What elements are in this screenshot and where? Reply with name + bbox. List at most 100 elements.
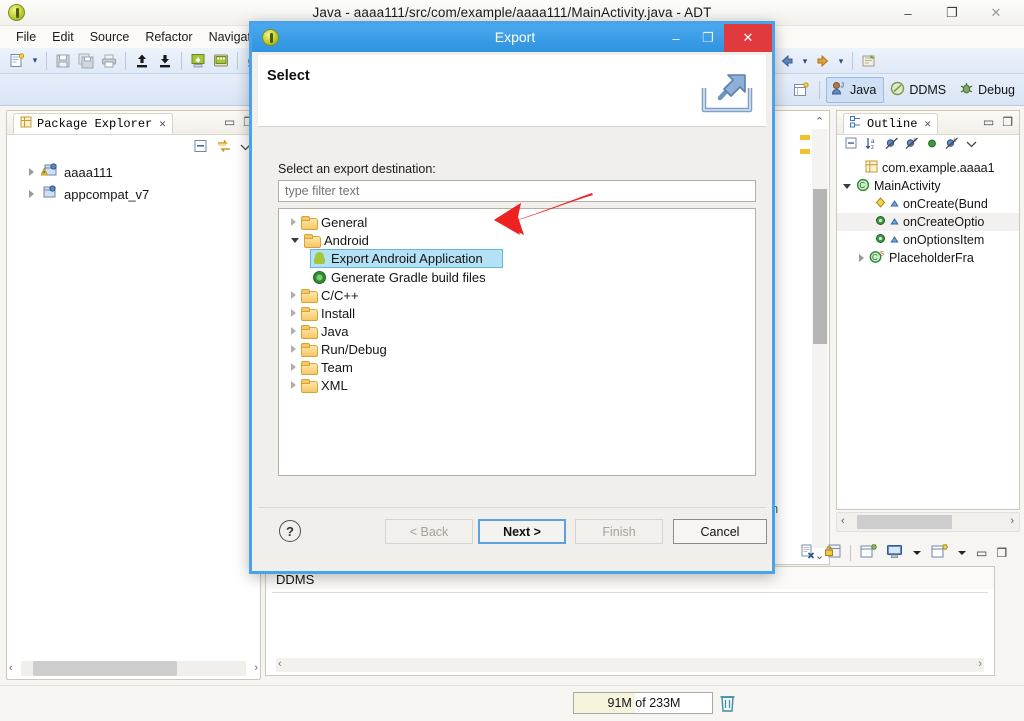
tree-item-general[interactable]: General [279,213,755,231]
hide-local-types-icon[interactable]: L [945,137,959,153]
chevron-right-icon[interactable] [291,327,296,335]
chevron-right-icon[interactable] [291,218,296,226]
filter-input[interactable] [278,180,756,202]
chevron-right-icon[interactable] [291,363,296,371]
package-explorer-hscrollbar[interactable]: ‹ › [9,661,258,676]
chevron-right-icon[interactable] [29,190,34,198]
ddms-hscrollbar[interactable]: ‹ › [276,658,984,672]
lock-icon[interactable] [825,544,841,562]
scrollbar-thumb[interactable] [813,189,827,344]
maximize-icon[interactable]: ❐ [1002,115,1013,129]
tree-item-run-debug[interactable]: Run/Debug [279,340,755,358]
menu-edit[interactable]: Edit [44,28,82,46]
minimize-icon[interactable]: ▭ [976,546,987,560]
tab-outline[interactable]: Outline ✕ [843,113,939,134]
outline-item-method[interactable]: onCreate(Bund [837,195,1019,213]
chevron-down-icon[interactable] [291,237,299,243]
forward-icon[interactable] [812,50,834,72]
perspective-tab-debug[interactable]: Debug [955,78,1022,102]
chevron-down-icon[interactable] [843,183,851,189]
chevron-right-icon[interactable] [291,309,296,317]
hide-static-icon[interactable]: s [905,137,919,153]
maximize-icon[interactable]: ❐ [996,546,1007,560]
new-wizard-dropdown-icon[interactable] [957,546,967,560]
tree-item-project[interactable]: appcompat_v7 [7,183,260,205]
view-menu-icon[interactable] [965,138,978,152]
outline-item-package[interactable]: com.example.aaaa1 [837,159,1019,177]
display-icon[interactable] [886,544,903,562]
help-button[interactable]: ? [279,520,301,542]
chevron-right-icon[interactable] [291,381,296,389]
editor-vscrollbar[interactable]: ⌃ ⌄ [812,116,828,562]
collapse-all-icon[interactable] [194,139,209,156]
close-icon[interactable]: ✕ [924,117,931,131]
tree-item-generate-gradle[interactable]: Generate Gradle build files [279,268,755,286]
open-type-icon[interactable] [858,50,880,72]
save-all-icon[interactable] [75,50,97,72]
tree-item-export-android-application[interactable]: Export Android Application [310,249,503,268]
perspective-tab-java[interactable]: J Java [825,77,885,103]
cancel-button[interactable]: Cancel [673,519,767,544]
close-icon[interactable]: ✕ [159,117,166,131]
android-sdk-manager-icon[interactable] [187,50,209,72]
hide-nonpublic-icon[interactable] [925,137,939,153]
tree-item-java[interactable]: Java [279,322,755,340]
print-icon[interactable] [98,50,120,72]
chevron-right-icon[interactable] [859,254,864,262]
chevron-right-icon[interactable] [29,168,34,176]
back-button[interactable]: < Back [385,519,473,544]
tab-package-explorer[interactable]: Package Explorer ✕ [13,113,173,134]
scroll-left-icon[interactable]: ‹ [841,515,845,527]
scroll-right-icon[interactable]: › [254,662,258,674]
maximize-button[interactable]: ❐ [930,2,974,24]
scroll-right-icon[interactable]: › [1010,515,1014,527]
back-dropdown-icon[interactable] [799,50,811,72]
new-wizard-icon[interactable] [6,50,28,72]
close-button[interactable]: ✕ [974,2,1018,24]
new-wizard-icon[interactable] [931,544,948,562]
minimize-button[interactable]: – [886,2,930,24]
minimize-icon[interactable]: ▭ [224,115,235,129]
chevron-right-icon[interactable] [291,345,296,353]
sort-alphabetically-icon[interactable]: az [865,137,879,153]
display-dropdown-icon[interactable] [912,546,922,560]
outline-hscrollbar[interactable]: ‹ › [836,512,1020,532]
back-icon[interactable] [776,50,798,72]
scroll-right-icon[interactable]: › [978,658,982,670]
tree-item-install[interactable]: Install [279,304,755,322]
android-avd-manager-icon[interactable] [210,50,232,72]
dialog-close-button[interactable]: ✕ [724,24,772,52]
export-icon[interactable] [131,50,153,72]
tree-item-team[interactable]: Team [279,358,755,376]
minimize-icon[interactable]: ▭ [983,115,994,129]
forward-dropdown-icon[interactable] [835,50,847,72]
export-destination-tree[interactable]: General Android Export Android Applicati… [278,208,756,476]
import-icon[interactable] [154,50,176,72]
scrollbar-thumb[interactable] [857,515,952,529]
link-with-editor-icon[interactable] [216,139,232,156]
dialog-maximize-button[interactable]: ❐ [692,24,724,52]
dialog-minimize-button[interactable]: – [660,24,692,52]
scroll-left-icon[interactable]: ‹ [278,658,282,670]
outline-item-method[interactable]: onOptionsItem [837,231,1019,249]
tree-item-xml[interactable]: XML [279,376,755,394]
outline-item-method-selected[interactable]: onCreateOptio [837,213,1019,231]
tree-item-cpp[interactable]: C/C++ [279,286,755,304]
remove-icon[interactable] [800,544,816,562]
menu-source[interactable]: Source [82,28,138,46]
scrollbar-thumb[interactable] [33,661,177,676]
trash-icon[interactable] [719,693,736,716]
outline-item-inner-class[interactable]: CS PlaceholderFra [837,249,1019,267]
menu-file[interactable]: File [8,28,44,46]
menu-refactor[interactable]: Refactor [137,28,200,46]
tree-item-project[interactable]: aaaa111 [7,161,260,183]
collapse-all-icon[interactable] [845,137,859,153]
tab-ddms-label[interactable]: DDMS [276,572,314,587]
next-button[interactable]: Next > [478,519,566,544]
heap-status-indicator[interactable]: 91M of 233M [573,692,713,714]
open-perspective-icon[interactable] [791,79,813,101]
outline-item-class[interactable]: C MainActivity [837,177,1019,195]
scroll-up-icon[interactable]: ⌃ [815,115,824,128]
editor-overview-ruler[interactable] [798,129,812,548]
hide-fields-icon[interactable] [885,137,899,153]
